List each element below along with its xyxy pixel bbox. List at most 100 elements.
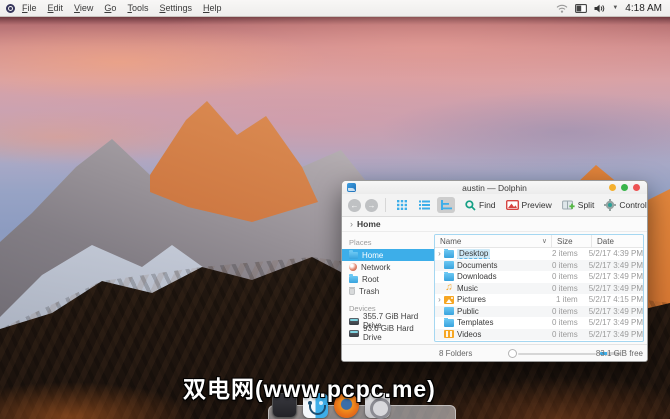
- devices-list: 355.7 GiB Hard Drive93.6 GiB Hard Drive: [342, 315, 434, 339]
- find-label: Find: [479, 200, 496, 210]
- window-toolbar: ← →: [342, 194, 647, 217]
- sidebar-item-root[interactable]: Root: [342, 273, 434, 285]
- forward-button[interactable]: →: [365, 199, 378, 212]
- date-column-label: Date: [597, 237, 614, 246]
- menu-help[interactable]: Help: [203, 3, 222, 13]
- table-header: Name ∨ Size Date: [435, 235, 643, 248]
- maximize-button[interactable]: [621, 184, 628, 191]
- window-controls: [609, 184, 647, 191]
- file-name: Pictures: [457, 295, 486, 304]
- menubar-clock[interactable]: 4:18 AM: [625, 3, 662, 14]
- details-view-icon: [419, 200, 430, 210]
- column-header-size[interactable]: Size: [551, 235, 591, 247]
- size-cell: 0 items: [545, 272, 583, 281]
- folder-icon: [444, 250, 454, 258]
- preview-button[interactable]: Preview: [506, 200, 552, 210]
- sidebar-item-trash[interactable]: Trash: [342, 285, 434, 297]
- sidebar-item-label: Network: [361, 263, 390, 272]
- sidebar-item-93-6-gib-hard-drive[interactable]: 93.6 GiB Hard Drive: [342, 327, 434, 339]
- wifi-icon[interactable]: [556, 4, 568, 13]
- table-row-downloads[interactable]: Downloads0 items5/2/17 3:49 PM: [435, 271, 643, 283]
- watermark-text: 双电网(www.pcpc.me): [183, 370, 436, 404]
- name-cell: Documents: [435, 261, 545, 270]
- breadcrumb-home[interactable]: Home: [357, 219, 381, 229]
- folder-home-icon: [349, 252, 358, 259]
- size-cell: 0 items: [545, 330, 583, 339]
- app-logo-icon[interactable]: [6, 4, 15, 13]
- close-button[interactable]: [633, 184, 640, 191]
- drive-icon: [349, 330, 359, 337]
- name-cell: ♫Music: [435, 284, 545, 293]
- zoom-slider-handle[interactable]: [508, 349, 517, 358]
- date-cell: 5/2/17 3:49 PM: [584, 261, 643, 270]
- folder-icon: [444, 261, 454, 269]
- name-cell: Downloads: [435, 272, 545, 281]
- back-button[interactable]: ←: [348, 199, 361, 212]
- icons-view-icon: [397, 200, 407, 210]
- toolbar-separator: [385, 198, 386, 212]
- file-name: Desktop: [457, 249, 490, 259]
- date-cell: 5/2/17 3:49 PM: [584, 307, 643, 316]
- file-list: ›Desktop2 items5/2/17 4:39 PMDocuments0 …: [435, 248, 643, 341]
- breadcrumb[interactable]: › Home: [342, 217, 647, 232]
- name-cell: Templates: [435, 318, 545, 327]
- sidebar-item-home[interactable]: Home: [342, 249, 434, 261]
- table-row-public[interactable]: Public0 items5/2/17 3:49 PM: [435, 306, 643, 318]
- music-icon: ♫: [444, 284, 454, 292]
- date-cell: 5/2/17 3:49 PM: [584, 272, 643, 281]
- size-column-label: Size: [557, 237, 573, 246]
- minimize-button[interactable]: [609, 184, 616, 191]
- name-cell: › Pictures: [435, 295, 545, 304]
- table-row-desktop[interactable]: › Desktop 2 items5/2/17 4:39 PM: [435, 248, 643, 260]
- folder-count: 8 Folders: [439, 349, 472, 358]
- sidebar-item-network[interactable]: Network: [342, 261, 434, 273]
- name-cell: Public: [435, 307, 545, 316]
- menu-view[interactable]: View: [74, 3, 93, 13]
- menu-settings[interactable]: Settings: [159, 3, 192, 13]
- window-content: Places HomeNetworkRootTrash Devices 355.…: [342, 232, 647, 344]
- expand-chevron-icon[interactable]: ›: [435, 295, 444, 304]
- column-header-date[interactable]: Date: [591, 235, 643, 247]
- window-title: austin — Dolphin: [342, 183, 647, 193]
- table-row-pictures[interactable]: ›Pictures1 item5/2/17 4:15 PM: [435, 294, 643, 306]
- menu-file[interactable]: File: [22, 3, 37, 13]
- display-icon[interactable]: [575, 4, 587, 13]
- table-row-documents[interactable]: Documents0 items5/2/17 3:49 PM: [435, 260, 643, 272]
- table-row-templates[interactable]: Templates0 items5/2/17 3:49 PM: [435, 317, 643, 329]
- table-row-videos[interactable]: Videos0 items5/2/17 3:49 PM: [435, 329, 643, 341]
- date-cell: 5/2/17 3:49 PM: [584, 330, 643, 339]
- file-name: Music: [457, 284, 478, 293]
- control-button[interactable]: Control: [604, 199, 646, 211]
- status-dropdown-caret-icon[interactable]: ▼: [612, 5, 618, 11]
- zoom-slider-groove[interactable]: [518, 353, 596, 355]
- tree-view-button[interactable]: [437, 197, 455, 213]
- size-cell: 0 items: [545, 307, 583, 316]
- menu-edit[interactable]: Edit: [48, 3, 64, 13]
- trash-icon: [349, 288, 355, 295]
- expand-chevron-icon[interactable]: ›: [435, 249, 444, 258]
- sidebar-item-label: 93.6 GiB Hard Drive: [363, 324, 434, 342]
- gear-icon: [604, 199, 616, 211]
- window-titlebar[interactable]: austin — Dolphin: [342, 181, 647, 194]
- menubar-menus: File Edit View Go Tools Settings Help: [22, 3, 222, 13]
- folder-icon: [444, 273, 454, 281]
- image-icon: [444, 296, 454, 304]
- date-cell: 5/2/17 4:39 PM: [584, 249, 643, 258]
- menu-go[interactable]: Go: [104, 3, 116, 13]
- size-cell: 0 items: [545, 284, 583, 293]
- breadcrumb-chevron-icon: ›: [350, 219, 353, 229]
- details-view-button[interactable]: [415, 197, 433, 213]
- table-row-music[interactable]: ♫Music0 items5/2/17 3:49 PM: [435, 283, 643, 295]
- menu-tools[interactable]: Tools: [127, 3, 148, 13]
- name-cell: › Desktop: [435, 249, 545, 259]
- icons-view-button[interactable]: [393, 197, 411, 213]
- column-header-name[interactable]: Name ∨: [435, 235, 551, 247]
- find-button[interactable]: Find: [465, 200, 496, 211]
- statusbar: 8 Folders 83.1 GiB free: [342, 344, 647, 361]
- volume-icon[interactable]: [594, 4, 605, 13]
- file-view: Name ∨ Size Date › Desktop 2 items5/2/17 4…: [434, 234, 644, 342]
- split-button[interactable]: Split: [562, 200, 595, 211]
- size-cell: 2 items: [545, 249, 583, 258]
- size-cell: 0 items: [545, 318, 583, 327]
- name-column-label: Name: [440, 237, 461, 246]
